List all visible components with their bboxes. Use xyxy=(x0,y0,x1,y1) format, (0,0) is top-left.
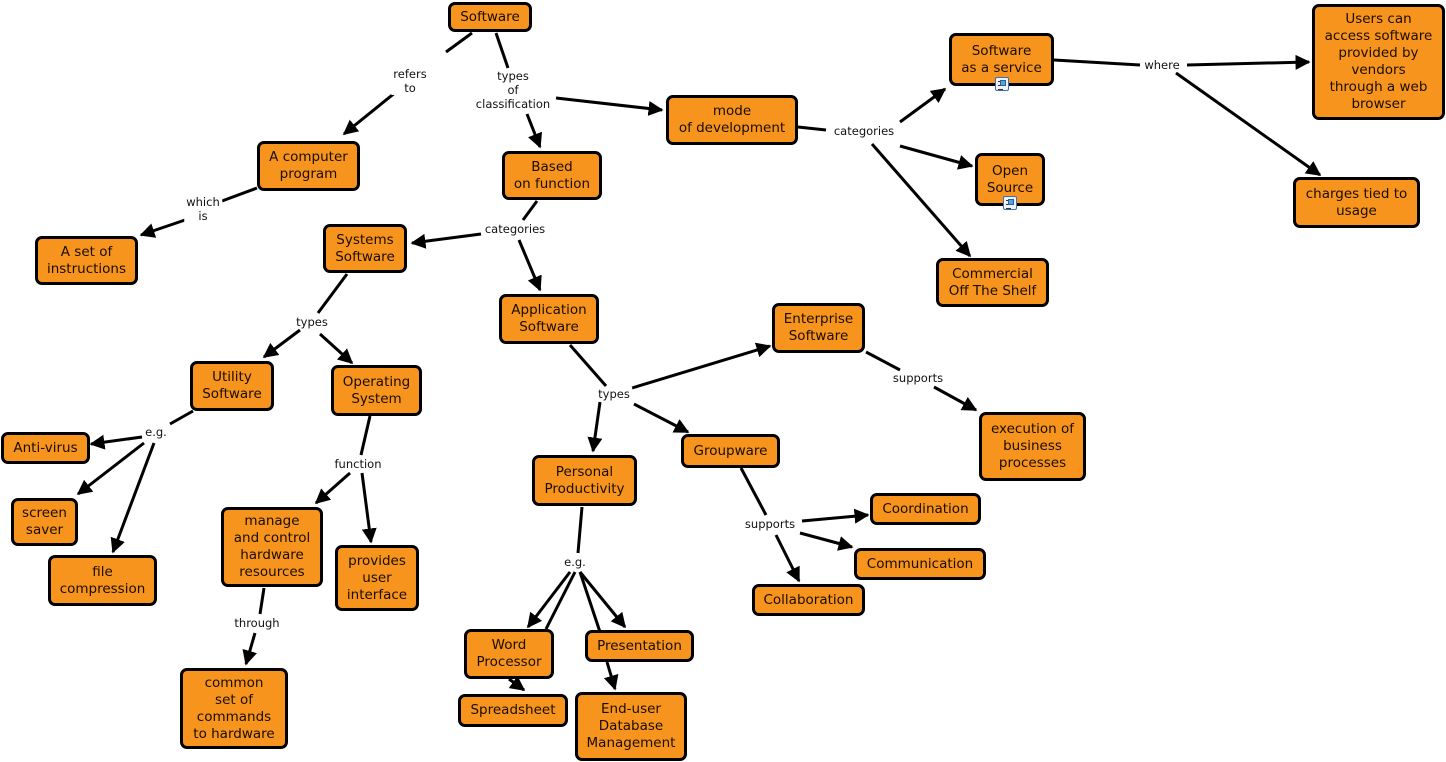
line-connector xyxy=(494,32,510,69)
arrow-connector xyxy=(139,218,186,238)
concept-utility-software[interactable]: Utility Software xyxy=(190,361,274,411)
line-connector xyxy=(359,415,372,456)
line-connector xyxy=(544,571,577,630)
line-connector xyxy=(568,344,608,387)
line-connector xyxy=(1053,58,1141,67)
concept-groupware[interactable]: Groupware xyxy=(681,434,780,468)
concept-software[interactable]: Software xyxy=(448,2,532,32)
arrow-connector xyxy=(242,632,257,666)
link-which-is[interactable]: which is xyxy=(184,195,222,223)
concept-execution-of-business-processes[interactable]: execution of business processes xyxy=(979,412,1086,481)
arrow-connector xyxy=(110,442,156,554)
link-types-of-classification[interactable]: types of classification xyxy=(473,69,553,111)
arrow-connector xyxy=(360,472,377,544)
link-refers-to[interactable]: refers to xyxy=(391,67,429,95)
concept-common-set-of-commands[interactable]: common set of commands to hardware xyxy=(180,668,288,749)
concept-users-can-access-software[interactable]: Users can access software provided by ve… xyxy=(1312,4,1445,120)
document-icon[interactable] xyxy=(995,77,1009,91)
line-connector xyxy=(445,31,473,54)
concept-personal-productivity[interactable]: Personal Productivity xyxy=(532,455,637,506)
arrow-connector xyxy=(508,675,526,692)
concept-set-of-instructions[interactable]: A set of instructions xyxy=(35,236,138,285)
link-through[interactable]: through xyxy=(232,616,282,630)
arrow-connector xyxy=(899,87,947,124)
arrow-connector xyxy=(587,401,603,453)
arrow-connector xyxy=(774,534,801,583)
link-categories-function[interactable]: categories xyxy=(482,222,548,236)
arrow-connector xyxy=(555,96,664,116)
concept-application-software[interactable]: Application Software xyxy=(499,294,599,344)
concept-based-on-function[interactable]: Based on function xyxy=(502,151,602,200)
arrow-connector xyxy=(1175,71,1322,177)
concept-screen-saver[interactable]: screen saver xyxy=(11,498,78,546)
link-supports-enterprise[interactable]: supports xyxy=(890,371,946,385)
concept-presentation[interactable]: Presentation xyxy=(585,630,694,662)
line-connector xyxy=(578,571,602,633)
arrow-connector xyxy=(633,402,690,434)
concept-systems-software[interactable]: Systems Software xyxy=(323,224,407,273)
arrow-connector xyxy=(89,434,143,450)
arrow-connector xyxy=(410,232,482,249)
concept-coordination[interactable]: Coordination xyxy=(870,493,981,525)
arrow-connector xyxy=(314,471,351,505)
arrow-connector xyxy=(318,332,354,365)
line-connector xyxy=(258,587,266,615)
line-connector xyxy=(797,125,827,132)
concept-enterprise-software[interactable]: Enterprise Software xyxy=(772,303,865,353)
concept-anti-virus[interactable]: Anti-virus xyxy=(1,432,90,464)
concept-map: Software A computer program A set of ins… xyxy=(0,0,1446,762)
concept-mode-of-development[interactable]: mode of development xyxy=(666,95,798,145)
link-where[interactable]: where xyxy=(1142,58,1182,72)
concept-word-processor[interactable]: Word Processor xyxy=(464,629,554,679)
concept-manage-hardware-resources[interactable]: manage and control hardware resources xyxy=(221,507,323,587)
concept-commercial-off-the-shelf[interactable]: Commercial Off The Shelf xyxy=(936,258,1049,307)
concept-provides-user-interface[interactable]: provides user interface xyxy=(335,545,419,611)
concept-communication[interactable]: Communication xyxy=(854,548,986,580)
link-categories-development[interactable]: categories xyxy=(831,124,897,138)
arrow-connector xyxy=(899,144,974,170)
line-connector xyxy=(576,506,584,554)
arrow-connector xyxy=(603,661,619,691)
link-eg-personal[interactable]: e.g. xyxy=(562,555,588,569)
arrow-connector xyxy=(799,531,854,551)
arrow-connector xyxy=(526,571,572,629)
concept-operating-system[interactable]: Operating System xyxy=(331,365,422,416)
concept-end-user-database-management[interactable]: End-user Database Management xyxy=(575,692,687,761)
link-eg-utility[interactable]: e.g. xyxy=(143,425,169,439)
concept-charges-tied-to-usage[interactable]: charges tied to usage xyxy=(1293,177,1420,228)
concept-spreadsheet[interactable]: Spreadsheet xyxy=(458,694,568,727)
line-connector xyxy=(521,200,539,221)
link-types-systems[interactable]: types xyxy=(294,315,330,329)
line-connector xyxy=(316,273,349,314)
line-connector xyxy=(169,409,194,426)
document-icon[interactable] xyxy=(1003,196,1017,210)
line-connector xyxy=(739,467,768,516)
arrow-connector xyxy=(631,342,772,390)
line-connector xyxy=(221,186,258,203)
arrow-connector xyxy=(517,239,542,292)
link-supports-groupware[interactable]: supports xyxy=(742,517,798,531)
link-types-application[interactable]: types xyxy=(596,387,632,401)
concept-file-compression[interactable]: file compression xyxy=(48,555,157,606)
arrow-connector xyxy=(801,508,870,524)
arrow-connector xyxy=(262,328,301,359)
arrow-connector xyxy=(1186,54,1311,70)
link-function[interactable]: function xyxy=(332,457,384,471)
concept-collaboration[interactable]: Collaboration xyxy=(752,584,865,616)
arrow-connector xyxy=(933,385,978,412)
arrow-connector xyxy=(578,571,627,629)
arrow-connector xyxy=(342,90,397,136)
line-connector xyxy=(865,350,901,372)
arrow-connector xyxy=(525,113,543,149)
concept-computer-program[interactable]: A computer program xyxy=(257,141,360,191)
